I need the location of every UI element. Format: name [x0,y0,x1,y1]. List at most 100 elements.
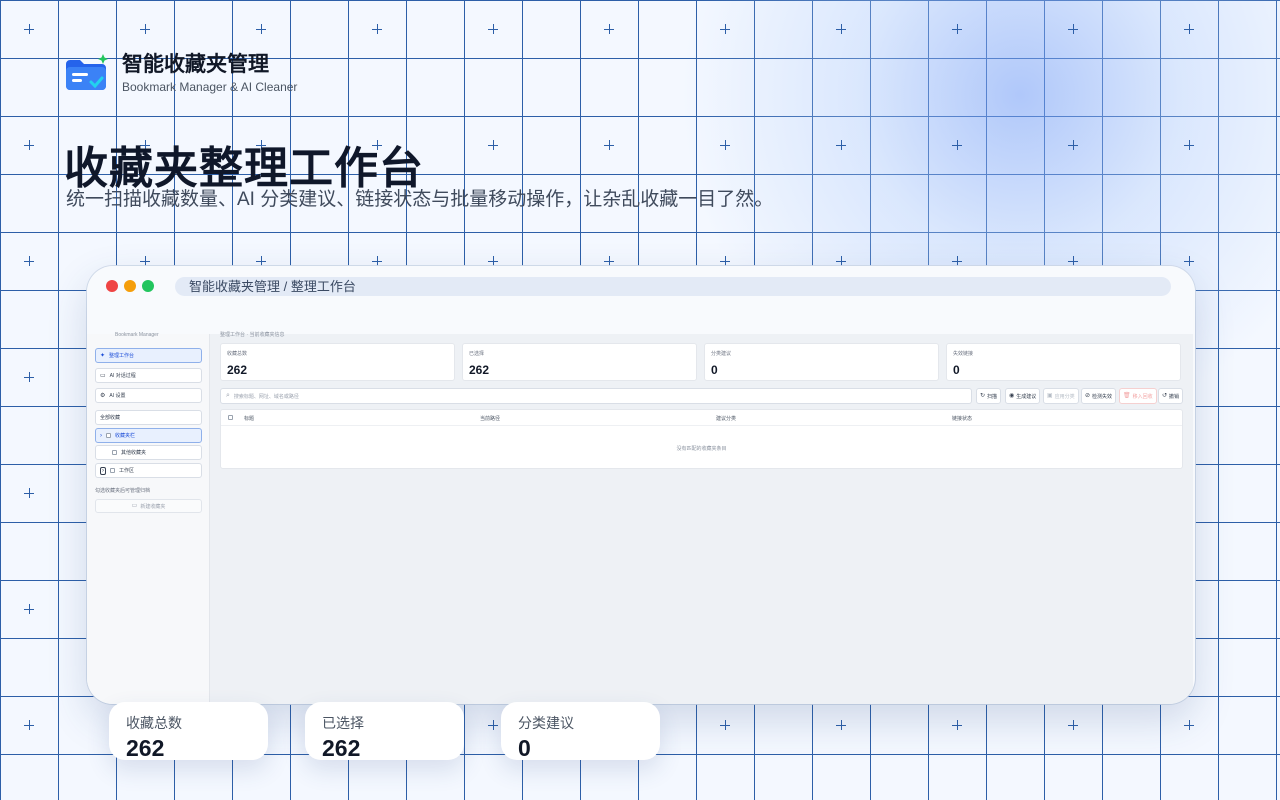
plus-marker [372,256,382,266]
summary-card-suggestions: 分类建议 0 [501,702,660,761]
address-bar[interactable]: 智能收藏夹管理 / 整理工作台 [175,277,1171,296]
plus-marker [836,140,846,150]
window-titlebar: 智能收藏夹管理 / 整理工作台 [87,266,1195,306]
button-label: 扫描 [987,393,998,400]
plus-marker [488,140,498,150]
plus-marker [140,256,150,266]
tree-item-bookmarks-bar[interactable]: › 收藏夹栏 [95,428,202,443]
stat-card: 已选择 262 [462,343,697,381]
tree-item-label: 其他收藏夹 [121,450,147,456]
stat-value: 0 [953,363,960,377]
select-all-checkbox[interactable] [228,415,233,420]
plus-marker [1184,720,1194,730]
stat-label: 分类建议 [711,351,732,357]
summary-card-value: 262 [126,735,165,761]
plus-marker [24,488,34,498]
brand-header: 智能收藏夹管理 Bookmark Manager & AI Cleaner [64,52,297,94]
refresh-icon: ↻ [980,393,986,399]
chevron-right-icon[interactable]: › [100,433,102,439]
plus-marker [1068,720,1078,730]
plus-marker [720,140,730,150]
sidebar-item-ai-log[interactable]: ▭ AI 对话过程 [95,368,202,383]
plus-marker [836,720,846,730]
summary-card-label: 收藏总数 [126,715,182,731]
maximize-dot[interactable] [142,280,154,292]
tree-checkbox[interactable] [110,468,115,473]
undo-button[interactable]: ↺ 撤销 [1158,388,1184,404]
minimize-dot[interactable] [124,280,136,292]
save-icon: ▣ [1047,393,1053,399]
apply-category-button[interactable]: ▣ 应用分类 [1043,388,1079,404]
tree-item-workspace[interactable]: › 工作区 [95,463,202,478]
sidebar-item-ai-settings[interactable]: ⚙ AI 设置 [95,388,202,403]
sidebar-cut-text: Bookmark Manager [115,332,159,338]
summary-card-value: 262 [322,735,361,761]
column-header-path[interactable]: 当前路径 [480,415,500,422]
plus-marker [24,140,34,150]
tree-item-label: 工作区 [119,468,135,474]
check-dead-links-button[interactable]: ⊘ 检测失效 [1081,388,1117,404]
plus-marker [488,24,498,34]
stat-value: 0 [711,363,718,377]
column-header-title[interactable]: 标题 [244,415,254,422]
table-empty-state: 没有匹配的收藏夹条目 [676,446,727,452]
stat-card: 失效链接 0 [946,343,1181,381]
sidebar-item-label: AI 设置 [109,393,126,399]
brand-subtitle: Bookmark Manager & AI Cleaner [122,80,298,94]
new-folder-button[interactable]: ▭ 新建收藏夹 [95,499,202,513]
stat-label: 收藏总数 [227,351,248,357]
plus-marker [1068,256,1078,266]
new-folder-label: 新建收藏夹 [140,503,166,510]
all-bookmarks-label: 全部收藏 [100,415,121,421]
folder-icon: ▭ [131,503,138,509]
plus-marker [1184,140,1194,150]
plus-marker [952,720,962,730]
plus-marker [720,256,730,266]
tree-item-other-bookmarks[interactable]: 其他收藏夹 [95,445,202,460]
plus-marker [1184,24,1194,34]
plus-marker [836,24,846,34]
folder-check-icon [64,54,110,92]
plus-marker [488,720,498,730]
button-label: 移入回收 [1132,393,1153,400]
plus-marker [1184,256,1194,266]
generate-suggestions-button[interactable]: ◉ 生成建议 [1005,388,1041,404]
app-window: 智能收藏夹管理 / 整理工作台 Bookmark Manager ✦ 整理工作台… [87,266,1195,704]
plus-marker [24,256,34,266]
plus-marker [24,720,34,730]
tree-checkbox[interactable] [106,433,111,438]
plus-marker [604,24,614,34]
search-placeholder: 搜索标题、网址、域名或路径 [233,393,299,400]
column-header-link-status[interactable]: 链接状态 [952,415,972,422]
toolbar: ⌕ 搜索标题、网址、域名或路径 ↻ 扫描 ◉ 生成建议 ▣ 应用分类 ⊘ 检测失… [220,388,1184,404]
brand-title: 智能收藏夹管理 [122,53,269,76]
bookmarks-table: 标题 当前路径 建议分类 链接状态 没有匹配的收藏夹条目 [220,409,1183,469]
sidebar: Bookmark Manager ✦ 整理工作台 ▭ AI 对话过程 ⚙ AI … [87,332,210,704]
trash-icon: 🗑 [1123,393,1131,399]
column-header-suggestion[interactable]: 建议分类 [716,415,736,422]
robot-icon: ◉ [1009,393,1015,399]
button-label: 撤销 [1169,393,1180,400]
search-input[interactable]: ⌕ 搜索标题、网址、域名或路径 [220,388,972,404]
stat-value: 262 [227,363,248,377]
link-off-icon: ⊘ [1085,393,1091,399]
plus-marker [604,256,614,266]
scan-button[interactable]: ↻ 扫描 [976,388,1002,404]
plus-marker [952,256,962,266]
tree-checkbox[interactable] [112,450,117,455]
sidebar-item-workbench[interactable]: ✦ 整理工作台 [95,348,202,363]
app-content: Bookmark Manager ✦ 整理工作台 ▭ AI 对话过程 ⚙ AI … [87,332,1193,704]
sidebar-note: 勾选收藏夹后可管理归档 [95,488,151,494]
summary-card-value: 0 [518,735,531,761]
chevron-right-icon[interactable]: › [100,466,106,475]
close-dot[interactable] [106,280,118,292]
sparkle-icon: ✦ [100,352,106,359]
button-label: 检测失效 [1092,393,1113,400]
table-header: 标题 当前路径 建议分类 链接状态 [221,410,1182,426]
plus-marker [1068,24,1078,34]
all-bookmarks-item[interactable]: 全部收藏 [95,410,202,425]
plus-marker [952,24,962,34]
plus-marker [24,604,34,614]
plus-marker [720,24,730,34]
move-to-trash-button[interactable]: 🗑 移入回收 [1119,388,1157,404]
